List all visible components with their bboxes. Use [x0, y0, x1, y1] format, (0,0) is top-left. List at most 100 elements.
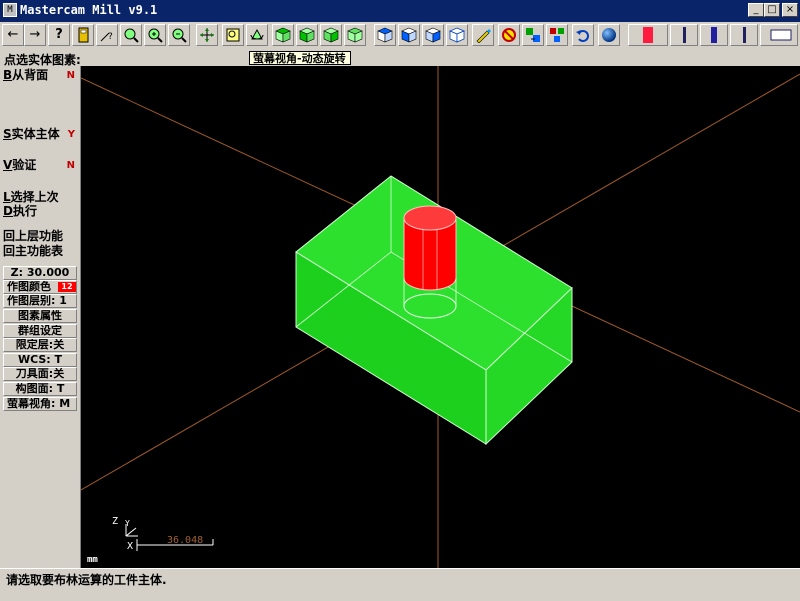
previous-page-button[interactable]: ←	[2, 24, 24, 46]
pan-button[interactable]	[196, 24, 218, 46]
menu-hotkey: B	[3, 68, 13, 82]
graphics-viewport[interactable]: Z Y X 36.048 mm	[81, 66, 800, 568]
dynamic-rotate-button[interactable]	[246, 24, 268, 46]
maximize-button[interactable]: □	[764, 3, 780, 17]
fit-screen-icon	[226, 28, 240, 42]
no-entry-icon	[502, 28, 516, 42]
view-iso-button[interactable]	[344, 24, 366, 46]
minimize-button[interactable]: _	[748, 3, 764, 17]
menu-item-execute[interactable]: D执行	[3, 204, 77, 219]
message-area: 请选取要布林运算的工件主体.	[0, 568, 800, 601]
cplane-top-button[interactable]	[374, 24, 396, 46]
edit-pen-button[interactable]	[472, 24, 494, 46]
status-message: 请选取要布林运算的工件主体.	[6, 573, 167, 587]
window-title: Mastercam Mill v9.1	[20, 3, 158, 17]
calculator-button[interactable]	[72, 24, 94, 46]
analyze-icon: ?	[100, 32, 113, 42]
undo-arrow-icon	[576, 30, 589, 42]
cplane-front-button[interactable]	[398, 24, 420, 46]
cube-green-side-icon	[323, 27, 339, 43]
cube-green-top-icon	[275, 27, 291, 43]
scale-value: 36.048	[167, 535, 203, 546]
wcs-button[interactable]: WCS: T	[3, 353, 77, 367]
fit-screen-button[interactable]	[222, 24, 244, 46]
construction-color-field[interactable]: 作图颜色 12	[3, 280, 77, 294]
cplane-side-button[interactable]	[422, 24, 444, 46]
toolbar-button-b[interactable]	[670, 24, 698, 46]
help-button[interactable]: ?	[48, 24, 70, 46]
view-front-button[interactable]	[296, 24, 318, 46]
menu-item-label: 执行	[12, 204, 37, 218]
z-depth-field[interactable]: Z: 30.000	[3, 266, 77, 280]
cube-green-iso-icon	[347, 27, 363, 43]
undo-button[interactable]	[572, 24, 594, 46]
view-top-button[interactable]	[272, 24, 294, 46]
menu-item-label: 从背面	[12, 68, 49, 82]
tooltip: 萤幕视角-动态旋转	[249, 51, 351, 65]
move-icon	[526, 28, 540, 42]
cube-blue-top-icon	[377, 27, 393, 43]
color-swatch: 12	[58, 282, 76, 292]
cplane-3d-button[interactable]	[446, 24, 468, 46]
sphere-icon	[602, 28, 616, 42]
toolbar-button-e[interactable]	[760, 24, 798, 46]
limit-levels-button[interactable]: 限定层:关	[3, 338, 77, 352]
units-label: mm	[87, 555, 98, 565]
construction-level-field[interactable]: 作图层别: 1	[3, 294, 77, 308]
pan-arrows-icon	[200, 28, 214, 42]
menu-item-from-back[interactable]: B从背面 N	[3, 68, 77, 83]
toolbar-button-a[interactable]	[628, 24, 668, 46]
menu-item-solid-body[interactable]: S实体主体 Y	[3, 127, 77, 142]
gnomon-z-label: Z	[112, 516, 118, 527]
main-function-button[interactable]: 回主功能表	[3, 244, 77, 259]
toolbar-button-d[interactable]	[730, 24, 758, 46]
close-button[interactable]: ×	[782, 3, 798, 17]
entity-attributes-button[interactable]: 图素属性	[3, 309, 77, 323]
title-bar: M Mastercam Mill v9.1 _ □ ×	[0, 0, 800, 22]
toolbar-button-c[interactable]	[700, 24, 728, 46]
zoom-window-icon	[124, 28, 139, 43]
scene-canvas[interactable]: Z Y X 36.048 mm	[81, 66, 800, 568]
menu-item-select-last[interactable]: L选择上次	[3, 190, 77, 205]
view-side-button[interactable]	[320, 24, 342, 46]
menu-item-label: 实体主体	[11, 127, 60, 141]
gnomon-y-label: Y	[125, 519, 130, 528]
layers-icon	[550, 28, 564, 42]
clear-colors-button[interactable]	[498, 24, 520, 46]
change-level-button[interactable]	[546, 24, 568, 46]
menu-hotkey: S	[3, 127, 12, 141]
analyze-button[interactable]: ?	[96, 24, 118, 46]
side-menu: B从背面 N S实体主体 Y V验证 N L选择上次 D执行 回上层功能 回主功能表 …	[0, 66, 81, 568]
toolbar: ← → ? ?	[0, 22, 800, 51]
bar-icon-c	[711, 27, 717, 43]
zoom-out-button[interactable]	[168, 24, 190, 46]
menu-hotkey: L	[3, 190, 11, 204]
pen-icon	[476, 29, 491, 43]
menu-item-flag: Y	[67, 129, 75, 140]
menu-hotkey: D	[3, 204, 13, 218]
arrow-left-icon: ←	[7, 27, 19, 42]
menu-item-verify[interactable]: V验证 N	[3, 158, 77, 173]
construction-plane-button[interactable]: 构图面: T	[3, 382, 77, 396]
zoom-in-icon	[148, 28, 163, 43]
bar-icon-d	[743, 27, 746, 43]
move-button[interactable]	[522, 24, 544, 46]
group-settings-button[interactable]: 群组设定	[3, 324, 77, 338]
color-label: 作图颜色	[7, 280, 51, 293]
window-icon	[770, 29, 792, 41]
tool-plane-button[interactable]: 刀具面:关	[3, 367, 77, 381]
mastercam-app-icon[interactable]: M	[3, 3, 17, 17]
shading-button[interactable]	[598, 24, 620, 46]
menu-item-label: 验证	[12, 158, 37, 172]
cube-blue-side-icon	[425, 27, 441, 43]
screen-view-button[interactable]: 萤幕视角: M	[3, 397, 77, 411]
zoom-window-button[interactable]	[120, 24, 142, 46]
zoom-in-button[interactable]	[144, 24, 166, 46]
prompt-bar: 点选实体图素:	[0, 50, 800, 67]
next-page-button[interactable]: →	[24, 24, 46, 46]
menu-hotkey: V	[3, 158, 13, 172]
cube-blue-front-icon	[401, 27, 417, 43]
back-function-button[interactable]: 回上层功能	[3, 229, 77, 244]
gnomon-x-label: X	[127, 541, 133, 552]
dynamic-rotate-icon	[250, 28, 264, 40]
